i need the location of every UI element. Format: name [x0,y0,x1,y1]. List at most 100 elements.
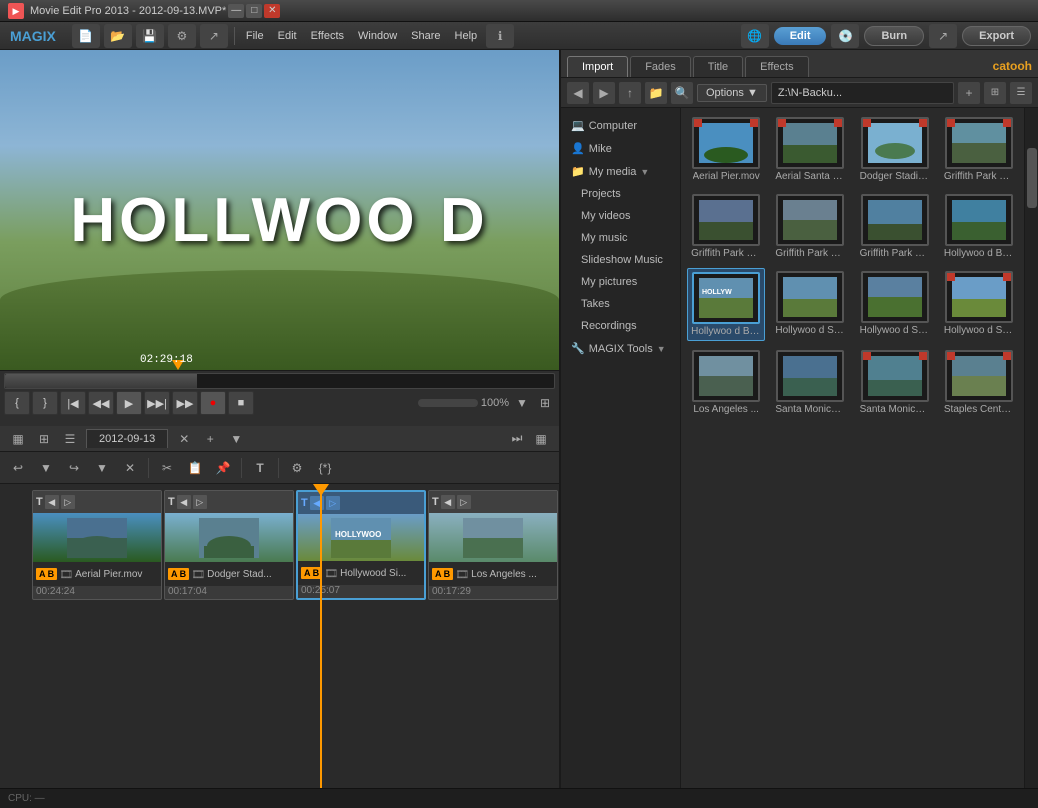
clip-hollywood-sign[interactable]: T ◀ ▷ HOLLYWOO A B 🎞 [296,490,426,600]
tab-import[interactable]: Import [567,56,628,77]
tree-my-videos[interactable]: My videos [561,205,680,227]
transport-timeline[interactable] [4,373,555,389]
skip-end-icon[interactable]: ⏭ [507,429,527,449]
forward-button[interactable]: ▶▶| [144,391,170,415]
tree-takes[interactable]: Takes [561,293,680,315]
scrollbar-thumb[interactable] [1027,148,1037,208]
thumb-dodger-stadium[interactable]: Dodger Stadium... [856,114,934,185]
view-icon[interactable]: ▦ [8,429,28,449]
thumb-hollywood-sign[interactable]: Hollywoo d Sign... [940,268,1018,341]
tab-menu-icon[interactable]: ▼ [226,429,246,449]
help-menu[interactable]: Help [449,27,484,45]
grid-icon[interactable]: ⊞ [34,429,54,449]
zoom-slider[interactable] [418,399,478,407]
up-button[interactable]: ↑ [619,82,641,104]
thumb-griffith-3m[interactable]: Griffith Park 3.m... [856,191,934,262]
tree-recordings[interactable]: Recordings [561,315,680,337]
disc-icon[interactable]: 💿 [831,24,859,48]
paste-button[interactable]: 📌 [211,456,235,480]
save-icon[interactable]: 💾 [136,24,164,48]
browser-scrollbar[interactable] [1024,108,1038,788]
copy-button[interactable]: 📋 [183,456,207,480]
window-menu[interactable]: Window [352,27,403,45]
maximize-button[interactable]: □ [246,4,262,18]
list-icon[interactable]: ☰ [60,429,80,449]
redo-step-icon[interactable]: ▼ [90,456,114,480]
thumb-aerial-pier[interactable]: Aerial Pier.mov [687,114,765,185]
search-button[interactable]: 🔍 [671,82,693,104]
thumb-santa-monica-1[interactable]: Santa Monica ... [771,347,849,418]
tab-title[interactable]: Title [693,56,743,77]
thumb-griffith-park-1[interactable]: Griffith Park 1(1)... [940,114,1018,185]
clip-aerial-pier[interactable]: T ◀ ▷ A B 🎞 [32,490,162,600]
close-tab-icon[interactable]: ✕ [174,429,194,449]
undo-button[interactable]: ↩ [6,456,30,480]
grid-view-button[interactable]: ⊞ [984,82,1006,104]
tree-my-pictures[interactable]: My pictures [561,271,680,293]
thumb-hollywood-sign-3[interactable]: Hollywoo d Sign 3... [856,268,934,341]
thumb-hollywood-bowl-4[interactable]: HOLLYW Hollywoo d Bowl 4.mov [687,268,765,341]
effects-button[interactable]: ⚙ [285,456,309,480]
edit-button[interactable]: Edit [774,27,827,45]
thumb-hollywood-sign-2[interactable]: Hollywoo d Sign 2... [771,268,849,341]
redo-button[interactable]: ↪ [62,456,86,480]
add-button[interactable]: + [958,82,980,104]
cut-button[interactable]: ✂ [155,456,179,480]
zoom-dropdown-icon[interactable]: ▼ [512,393,532,413]
tree-my-music[interactable]: My music [561,227,680,249]
tab-fades[interactable]: Fades [630,56,691,77]
clip-los-angeles[interactable]: T ◀ ▷ A B 🎞 [428,490,558,600]
stop-button[interactable]: ■ [228,391,254,415]
tree-my-media[interactable]: 📁 My media ▼ [561,160,680,183]
thumb-aerial-santa[interactable]: Aerial Santa M... [771,114,849,185]
details-icon[interactable]: ▦ [531,429,551,449]
fx-button[interactable]: {*} [313,456,337,480]
tree-mike[interactable]: 👤 Mike [561,137,680,160]
clip-dodger-stadium[interactable]: T ◀ ▷ A B 🎞 [164,490,294,600]
tab-effects[interactable]: Effects [745,56,808,77]
export-icon[interactable]: ↗ [929,24,957,48]
thumb-los-angeles[interactable]: Los Angeles ... [687,347,765,418]
add-tab-icon[interactable]: + [200,429,220,449]
globe-icon[interactable]: 🌐 [741,24,769,48]
open-icon[interactable]: 📂 [104,24,132,48]
back-button[interactable]: ◀ [567,82,589,104]
mark-in-button[interactable]: { [4,391,30,415]
undo-step-icon[interactable]: ▼ [34,456,58,480]
tree-slideshow-music[interactable]: Slideshow Music [561,249,680,271]
settings-icon[interactable]: ⚙ [168,24,196,48]
list-view-button[interactable]: ☰ [1010,82,1032,104]
thumb-staples-centre[interactable]: Staples Centre... [940,347,1018,418]
zoom-expand-icon[interactable]: ⊞ [535,393,555,413]
thumb-hollywood-bowl-1[interactable]: Hollywoo d Bowl 1... [940,191,1018,262]
burn-button[interactable]: Burn [864,26,924,46]
effects-menu[interactable]: Effects [305,27,350,45]
pointer-icon[interactable]: ↗ [200,24,228,48]
record-button[interactable]: ● [200,391,226,415]
tree-projects[interactable]: Projects [561,183,680,205]
text-button[interactable]: T [248,456,272,480]
play-button[interactable]: ▶ [116,391,142,415]
options-dropdown[interactable]: Options ▼ [697,84,767,102]
file-menu[interactable]: File [240,27,270,45]
prev-mark-button[interactable]: |◀ [60,391,86,415]
thumb-griffith-1m[interactable]: Griffith Park 1.m... [687,191,765,262]
thumb-santa-monica-2[interactable]: Santa Monica ... [856,347,934,418]
close-button[interactable]: ✕ [264,4,280,18]
minimize-button[interactable]: — [228,4,244,18]
rewind-button[interactable]: ◀◀ [88,391,114,415]
export-button[interactable]: Export [962,26,1031,46]
share-menu[interactable]: Share [405,27,446,45]
mark-out-button[interactable]: } [32,391,58,415]
fast-forward-button[interactable]: ▶▶ [172,391,198,415]
info-icon[interactable]: ℹ [486,24,514,48]
tree-computer[interactable]: 💻 Computer [561,114,680,137]
edit-menu[interactable]: Edit [272,27,303,45]
timeline-tab[interactable]: 2012-09-13 [86,429,168,448]
thumb-griffith-2m[interactable]: Griffith Park 2.m... [771,191,849,262]
delete-button[interactable]: ✕ [118,456,142,480]
forward-button[interactable]: ▶ [593,82,615,104]
new-icon[interactable]: 📄 [72,24,100,48]
folder-button[interactable]: 📁 [645,82,667,104]
tree-magix-tools[interactable]: 🔧 MAGIX Tools ▼ [561,337,680,360]
